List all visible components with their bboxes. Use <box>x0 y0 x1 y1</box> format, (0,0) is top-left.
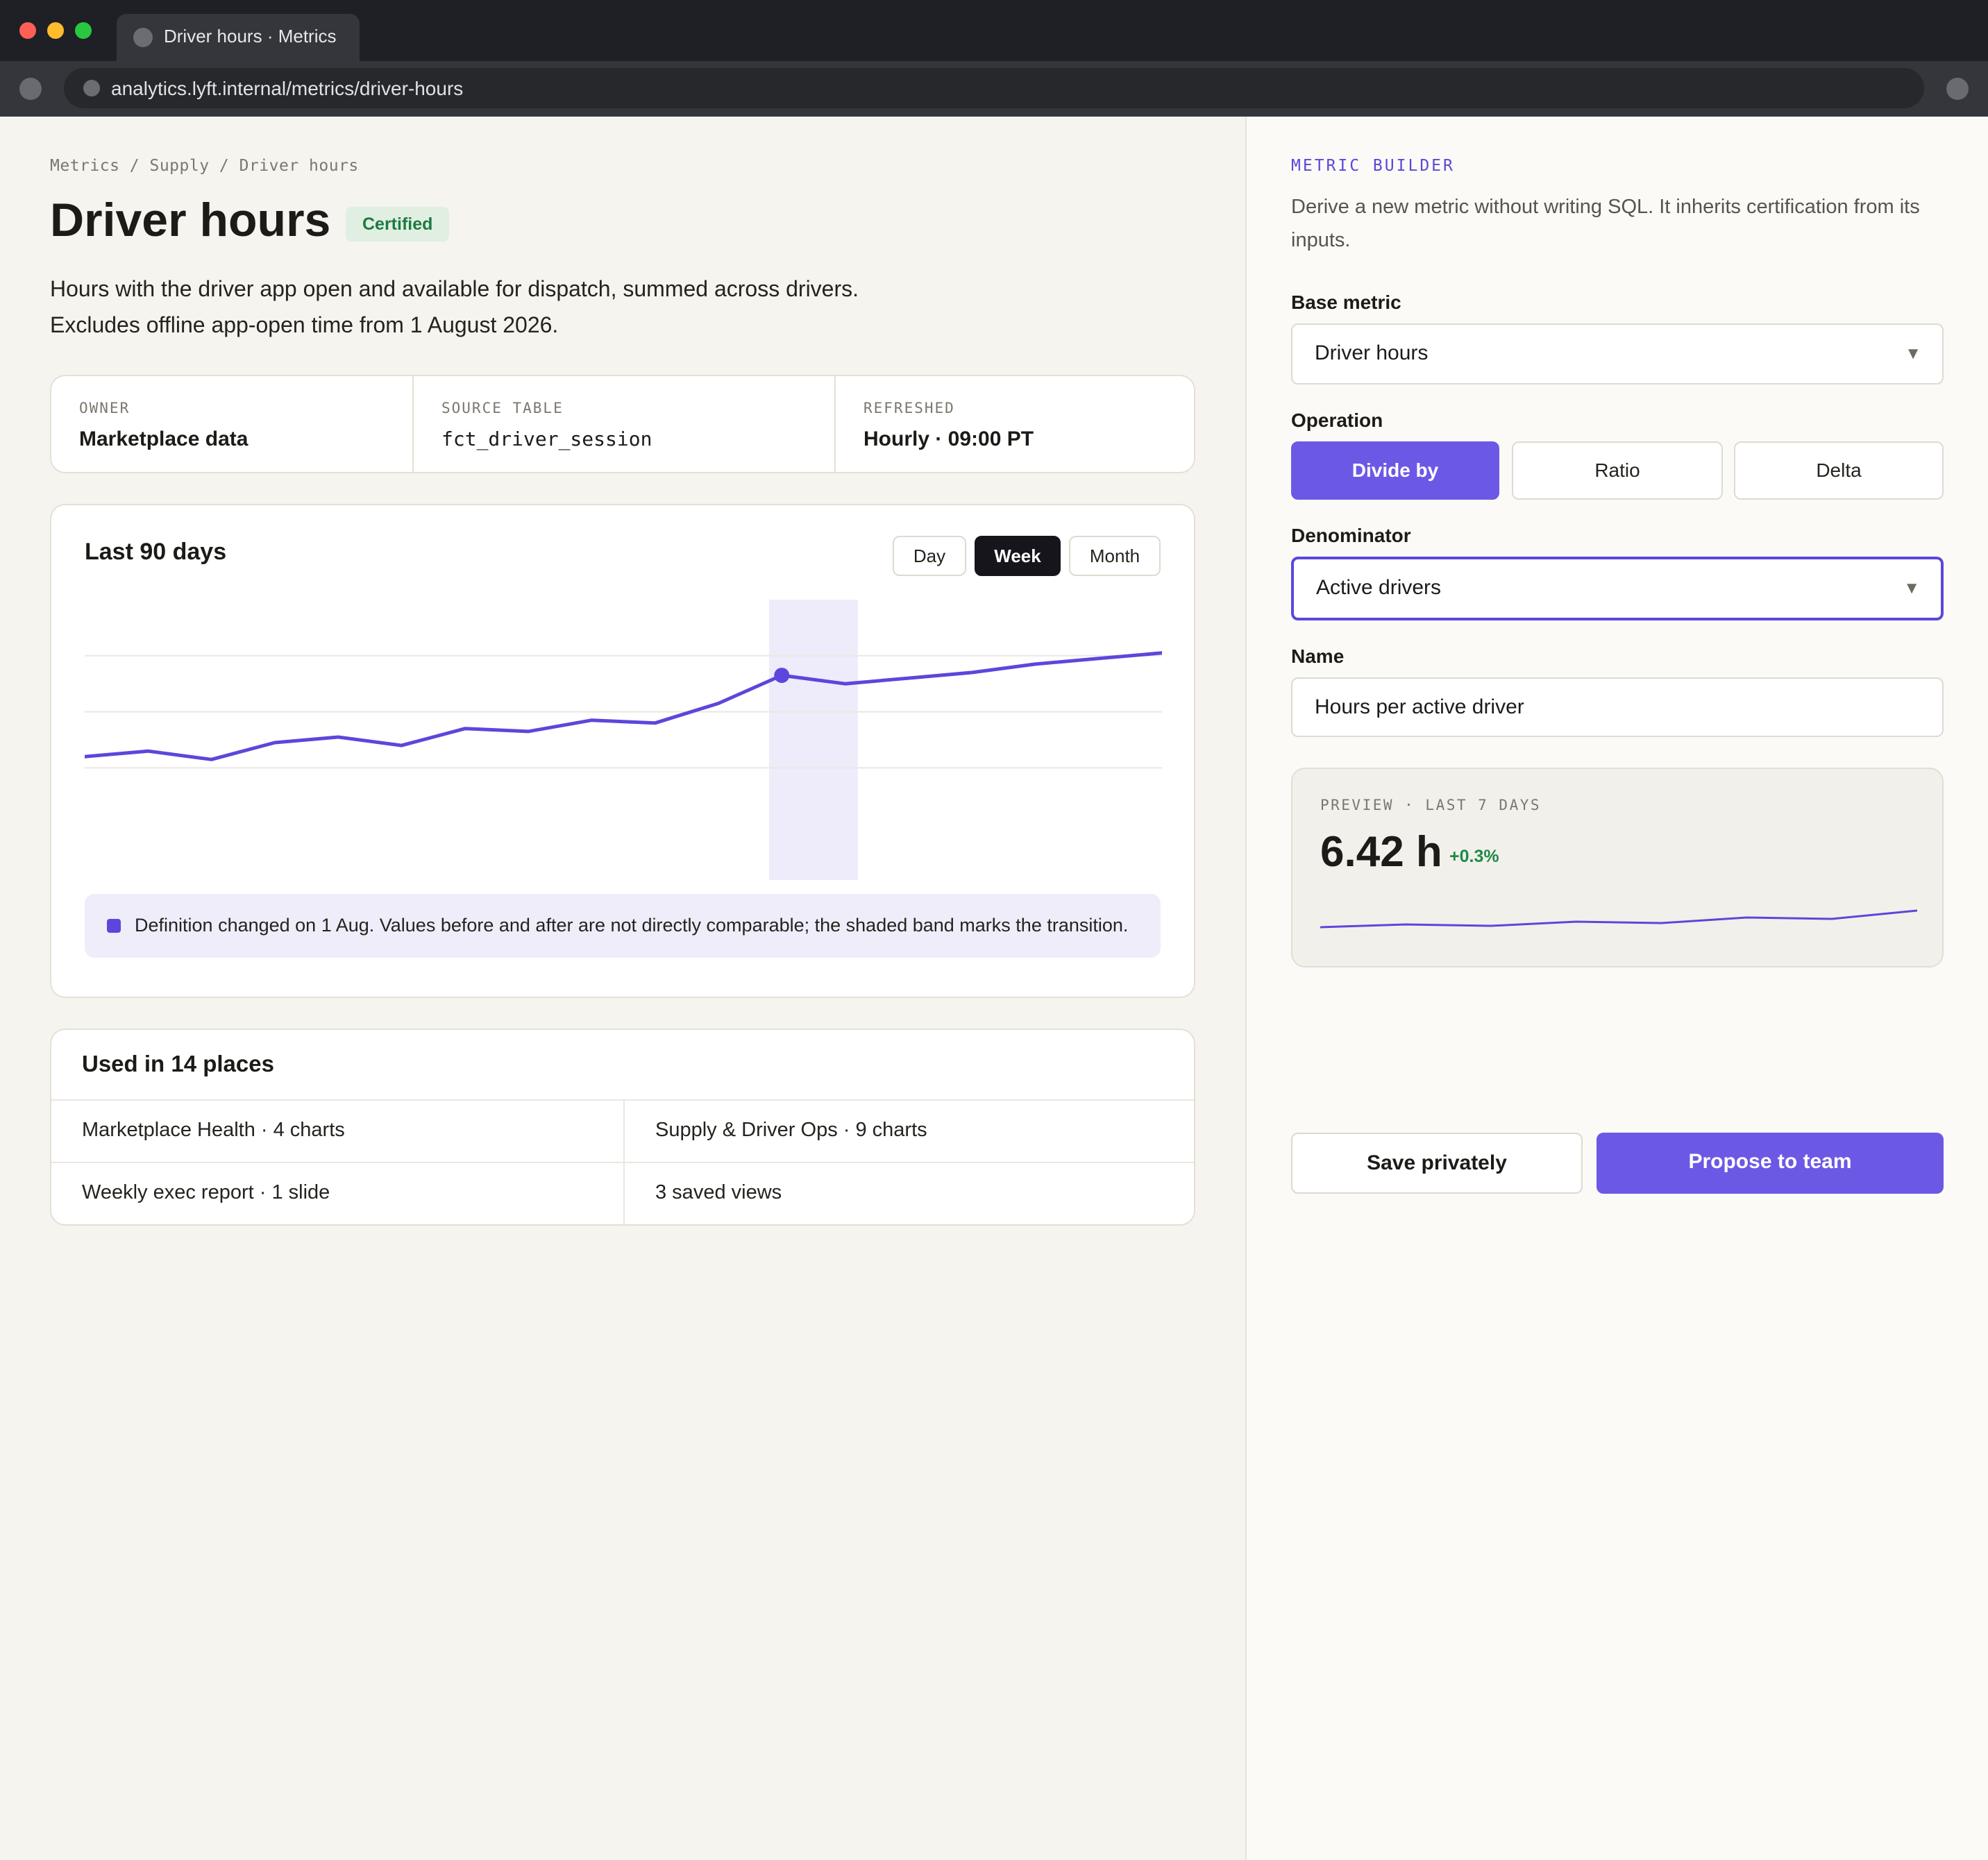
builder-eyebrow: METRIC BUILDER <box>1291 157 1455 175</box>
name-label: Name <box>1291 645 1345 667</box>
meta-refreshed: REFRESHED Hourly · 09:00 PT <box>834 376 1194 472</box>
usage-item-label: 3 saved views <box>655 1181 782 1203</box>
usage-item-label: Supply & Driver Ops · 9 charts <box>655 1119 927 1141</box>
meta-owner: OWNER Marketplace data <box>51 376 412 472</box>
trend-chart-card: Last 90 days Day Week Month Definition c… <box>50 504 1195 998</box>
usage-item[interactable]: Weekly exec report · 1 slide <box>51 1162 623 1224</box>
definition-change-note: Definition changed on 1 Aug. Values befo… <box>85 894 1161 958</box>
usage-item[interactable]: Marketplace Health · 4 charts <box>51 1099 623 1162</box>
profile-button[interactable] <box>1946 78 1969 100</box>
address-bar[interactable]: analytics.lyft.internal/metrics/driver-h… <box>64 68 1924 108</box>
site-info-icon[interactable] <box>83 80 100 96</box>
back-button[interactable] <box>19 78 42 100</box>
tab-title: Driver hours · Metrics <box>164 26 337 46</box>
base-metric-value: Driver hours <box>1315 341 1429 364</box>
usage-item-label: Weekly exec report · 1 slide <box>82 1181 330 1203</box>
breadcrumb[interactable]: Metrics / Supply / Driver hours <box>50 157 359 175</box>
usage-item-label: Marketplace Health · 4 charts <box>82 1119 345 1141</box>
operation-label: Operation <box>1291 409 1383 431</box>
denominator-label: Denominator <box>1291 525 1411 546</box>
chevron-down-icon: ▼ <box>1903 579 1920 598</box>
metric-description: Hours with the driver app open and avail… <box>50 271 1022 343</box>
denominator-value: Active drivers <box>1316 576 1442 599</box>
browser-tab[interactable]: Driver hours · Metrics <box>117 14 360 61</box>
meta-refreshed-value: Hourly · 09:00 PT <box>864 428 1034 450</box>
driver-hours-series-line <box>85 651 1162 761</box>
description-line-1: Hours with the driver app open and avail… <box>50 276 859 301</box>
meta-owner-value: Marketplace data <box>79 428 248 450</box>
metric-meta-card: OWNER Marketplace data SOURCE TABLE fct_… <box>50 375 1195 473</box>
trend-line-chart[interactable] <box>85 600 1162 880</box>
preview-value: 6.42 h <box>1320 828 1442 876</box>
usage-card: Used in 14 places Marketplace Health · 4… <box>50 1029 1195 1226</box>
minimize-window-button[interactable] <box>47 22 64 39</box>
metric-builder-panel: METRIC BUILDER Derive a new metric witho… <box>1245 117 1988 1860</box>
granularity-week-button[interactable]: Week <box>975 536 1061 576</box>
browser-toolbar: analytics.lyft.internal/metrics/driver-h… <box>0 61 1988 117</box>
save-privately-button[interactable]: Save privately <box>1291 1133 1583 1194</box>
operation-divide-button[interactable]: Divide by <box>1291 441 1499 500</box>
preview-label: PREVIEW · LAST 7 DAYS <box>1320 797 1542 813</box>
base-metric-label: Base metric <box>1291 291 1401 313</box>
metric-detail: Metrics / Supply / Driver hours Driver h… <box>0 117 1245 1860</box>
metric-name-input[interactable] <box>1291 677 1944 737</box>
usage-item[interactable]: Supply & Driver Ops · 9 charts <box>623 1099 1194 1162</box>
url-text: analytics.lyft.internal/metrics/driver-h… <box>111 78 464 99</box>
preview-sparkline <box>1320 909 1917 929</box>
granularity-day-button[interactable]: Day <box>893 536 966 576</box>
granularity-month-button[interactable]: Month <box>1069 536 1161 576</box>
builder-description: Derive a new metric without writing SQL.… <box>1291 196 1920 251</box>
base-metric-select[interactable]: Driver hours ▼ <box>1291 323 1944 384</box>
propose-to-team-button[interactable]: Propose to team <box>1597 1133 1944 1194</box>
operation-delta-button[interactable]: Delta <box>1734 441 1944 500</box>
chevron-down-icon: ▼ <box>1905 344 1921 363</box>
usage-title: Used in 14 places <box>82 1051 274 1076</box>
highlight-data-point <box>774 668 790 684</box>
meta-owner-label: OWNER <box>79 400 130 416</box>
preview-card: PREVIEW · LAST 7 DAYS 6.42 h +0.3% <box>1291 768 1944 967</box>
browser-titlebar: Driver hours · Metrics <box>0 0 1988 61</box>
transition-band <box>768 600 858 880</box>
preview-delta: +0.3% <box>1449 847 1499 866</box>
description-line-2: Excludes offline app-open time from 1 Au… <box>50 312 559 337</box>
meta-source-value: fct_driver_session <box>441 428 652 450</box>
meta-refreshed-label: REFRESHED <box>864 400 955 416</box>
note-text: Definition changed on 1 Aug. Values befo… <box>135 915 1129 936</box>
denominator-select[interactable]: Active drivers ▼ <box>1291 557 1944 620</box>
meta-source-table: SOURCE TABLE fct_driver_session <box>412 376 834 472</box>
meta-source-label: SOURCE TABLE <box>441 400 564 416</box>
maximize-window-button[interactable] <box>75 22 92 39</box>
close-window-button[interactable] <box>19 22 36 39</box>
favicon-icon <box>133 28 153 47</box>
operation-ratio-button[interactable]: Ratio <box>1512 441 1723 500</box>
sparkline-series <box>1320 909 1917 929</box>
certified-badge: Certified <box>346 207 450 242</box>
usage-item[interactable]: 3 saved views <box>623 1162 1194 1224</box>
chart-title: Last 90 days <box>85 539 227 565</box>
note-marker-icon <box>107 919 121 933</box>
page-title: Driver hours <box>50 194 331 246</box>
